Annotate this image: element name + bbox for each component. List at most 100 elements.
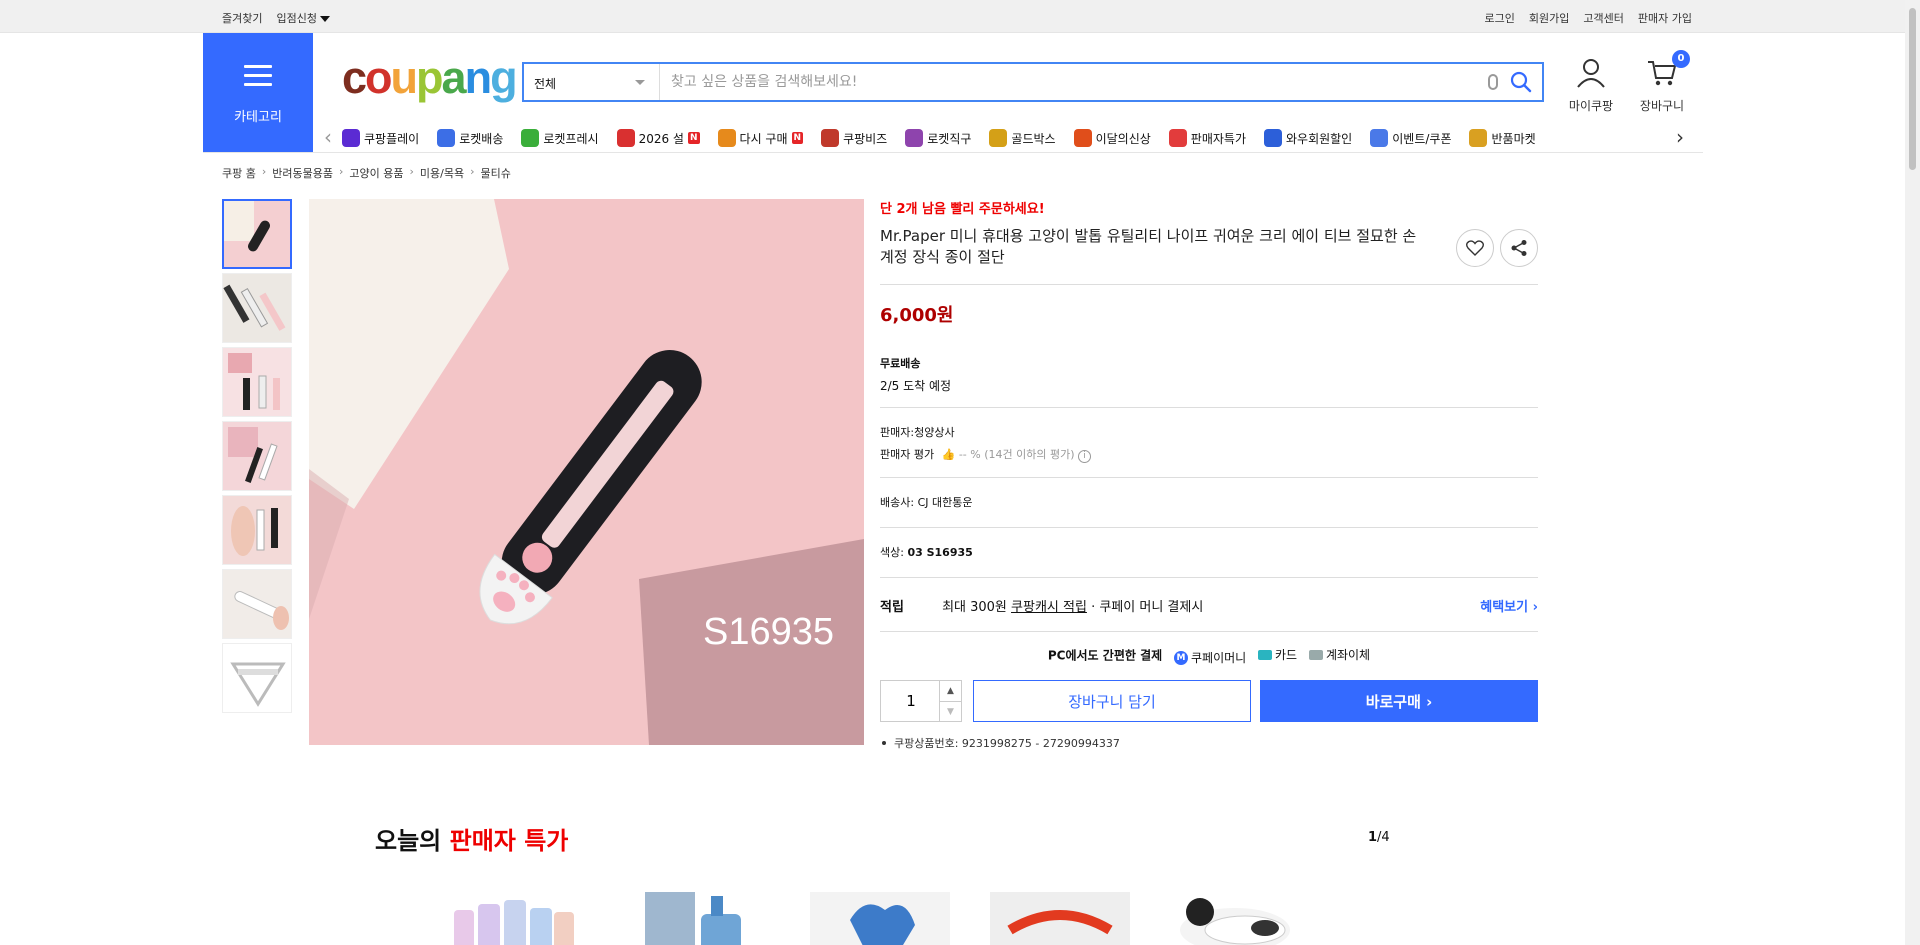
info-icon[interactable]: i (1078, 450, 1091, 463)
gold-box-icon (989, 129, 1008, 147)
nav-item-3[interactable]: 2026 설N (616, 129, 700, 147)
logo-letter: g (490, 52, 517, 103)
thumbnail-5[interactable] (222, 495, 292, 565)
reco-product-4[interactable] (990, 890, 1130, 945)
shipping-info: 무료배송 2/5 도착 예정 (880, 355, 1538, 394)
breadcrumb-item[interactable]: 반려동물용품 (272, 165, 333, 181)
breadcrumb-item[interactable]: 쿠팡 홈 (222, 165, 256, 181)
coupon-icon (1370, 129, 1389, 147)
seller-apply-menu[interactable]: 입점신청 (276, 10, 330, 26)
thumbnail-7[interactable] (222, 643, 292, 713)
quantity-stepper: ▲ ▼ (880, 680, 962, 722)
reco-product-2[interactable] (645, 890, 785, 945)
reco-product-1[interactable] (450, 890, 590, 945)
nav-item-6[interactable]: 로켓직구 (905, 129, 971, 147)
buy-now-button[interactable]: 바로구매 › (1260, 680, 1538, 722)
nav-item-0[interactable]: 쿠팡플레이 (342, 129, 419, 147)
chevron-right-icon[interactable]: › (1676, 127, 1684, 147)
product-number: 쿠팡상품번호: 9231998275 - 27290994337 (880, 735, 1538, 751)
category-label: 카테고리 (234, 110, 282, 125)
mycoupang-button[interactable]: 마이쿠팡 (1563, 58, 1619, 114)
microphone-icon[interactable] (1488, 74, 1498, 90)
nav-item-9[interactable]: 판매자특가 (1168, 129, 1246, 147)
cart-button[interactable]: 0 장바구니 (1634, 50, 1690, 114)
share-button[interactable] (1500, 229, 1538, 267)
nav-item-8[interactable]: 이달의신상 (1073, 129, 1151, 147)
header-divider (203, 152, 1703, 153)
stock-urgency-text: 단 2개 남음 빨리 주문하세요! (880, 202, 1045, 217)
hamburger-icon (244, 65, 272, 87)
gift-icon (616, 129, 635, 147)
search-category-select[interactable]: 전체 (524, 64, 660, 100)
chevron-right-icon: › (470, 165, 475, 178)
nav-item-7[interactable]: 골드박스 (989, 129, 1056, 147)
search-bar: 전체 (522, 62, 1544, 102)
wishlist-button[interactable] (1456, 229, 1494, 267)
rocket-fresh-icon (521, 129, 540, 147)
new-badge: N (687, 132, 700, 144)
purchase-row: ▲ ▼ 장바구니 담기 바로구매 › (880, 680, 1538, 722)
coupang-logo[interactable]: coupang (342, 52, 518, 103)
nav-item-4[interactable]: 다시 구매 N (717, 129, 804, 147)
thumbnail-6[interactable] (222, 569, 292, 639)
seller-name-link[interactable]: 청양상사 (914, 426, 954, 439)
breadcrumb-item[interactable]: 고양이 용품 (349, 165, 403, 181)
quantity-down-icon[interactable]: ▼ (940, 701, 961, 721)
heart-icon (1466, 240, 1484, 256)
signup-link[interactable]: 회원가입 (1529, 10, 1569, 26)
nav-item-1[interactable]: 로켓배송 (437, 129, 503, 147)
nav-item-5[interactable]: 쿠팡비즈 (821, 129, 887, 147)
section-pager[interactable]: 1/4 (1368, 830, 1390, 845)
home-icon (717, 129, 736, 147)
quick-nav-bar: ‹ 쿠팡플레이 로켓배송 로켓프레시 2026 설 N 다시 구매 N 쿠팡비즈 로켓직구 골드박… (320, 124, 1700, 152)
logo-letter: c (342, 52, 367, 103)
coupang-cash-link[interactable]: 쿠팡캐시 적립 (1011, 600, 1087, 615)
section-title: 오늘의 판매자 특가 (375, 827, 569, 855)
thumbnail-1[interactable] (222, 199, 292, 269)
reco-product-5[interactable] (1165, 890, 1305, 945)
product-info-panel: 단 2개 남음 빨리 주문하세요! Mr.Paper 미니 휴대용 고양이 발톱… (880, 198, 1538, 751)
seller-signup-link[interactable]: 판매자 가입 (1638, 10, 1692, 26)
biz-icon (821, 129, 840, 147)
logo-letter: o (365, 52, 392, 103)
product-main-image[interactable]: S16935 (309, 199, 864, 745)
breadcrumb-item[interactable]: 미용/목욕 (420, 165, 464, 181)
percent-icon (1168, 129, 1187, 147)
share-icon (1511, 240, 1527, 256)
search-input[interactable] (661, 64, 1441, 100)
product-title: Mr.Paper 미니 휴대용 고양이 발톱 유틸리티 나이프 귀여운 크리 에… (880, 227, 1417, 266)
market-icon (1469, 129, 1488, 147)
arrival-date: 2/5 도착 예정 (880, 379, 952, 393)
nav-item-10[interactable]: 와우회원할인 (1263, 129, 1352, 147)
category-menu-button[interactable]: 카테고리 (203, 33, 313, 153)
nav-item-2[interactable]: 로켓프레시 (521, 129, 599, 147)
quantity-up-icon[interactable]: ▲ (940, 681, 961, 701)
reco-product-3[interactable] (810, 890, 950, 945)
bookmark-link[interactable]: 즐겨찾기 (222, 10, 262, 26)
page-scrollbar[interactable] (1905, 0, 1920, 945)
nav-item-11[interactable]: 이벤트/쿠폰 (1370, 129, 1451, 147)
global-icon (905, 129, 924, 147)
quantity-input[interactable] (881, 681, 941, 721)
search-icon[interactable] (1510, 71, 1532, 93)
wow-icon (1263, 129, 1282, 147)
logo-letter: p (416, 52, 443, 103)
thumbnail-4[interactable] (222, 421, 292, 491)
new-icon (1073, 129, 1092, 147)
thumbnail-3[interactable] (222, 347, 292, 417)
login-link[interactable]: 로그인 (1485, 10, 1515, 26)
carrier-name: CJ 대한통운 (917, 496, 973, 509)
top-utility-bar: 즐겨찾기 입점신청 로그인 회원가입 고객센터 판매자 가입 (0, 0, 1905, 33)
seller-rating-value: -- % (958, 448, 981, 461)
benefits-link[interactable]: 혜택보기 › (1480, 596, 1538, 615)
color-option: 색상: 03 S16935 (880, 527, 1538, 577)
customer-center-link[interactable]: 고객센터 (1583, 10, 1623, 26)
dropdown-arrow-icon (635, 80, 645, 85)
seller-rating-label: 판매자 평가 (880, 448, 935, 461)
breadcrumb-item[interactable]: 물티슈 (481, 165, 511, 181)
thumbnail-2[interactable] (222, 273, 292, 343)
reward-info: 적립 최대 300원 쿠팡캐시 적립 · 쿠페이 머니 결제시 혜택보기 › (880, 577, 1538, 631)
nav-item-12[interactable]: 반품마켓 (1469, 129, 1536, 147)
add-to-cart-button[interactable]: 장바구니 담기 (973, 680, 1251, 722)
chevron-left-icon[interactable]: ‹ (324, 127, 332, 147)
